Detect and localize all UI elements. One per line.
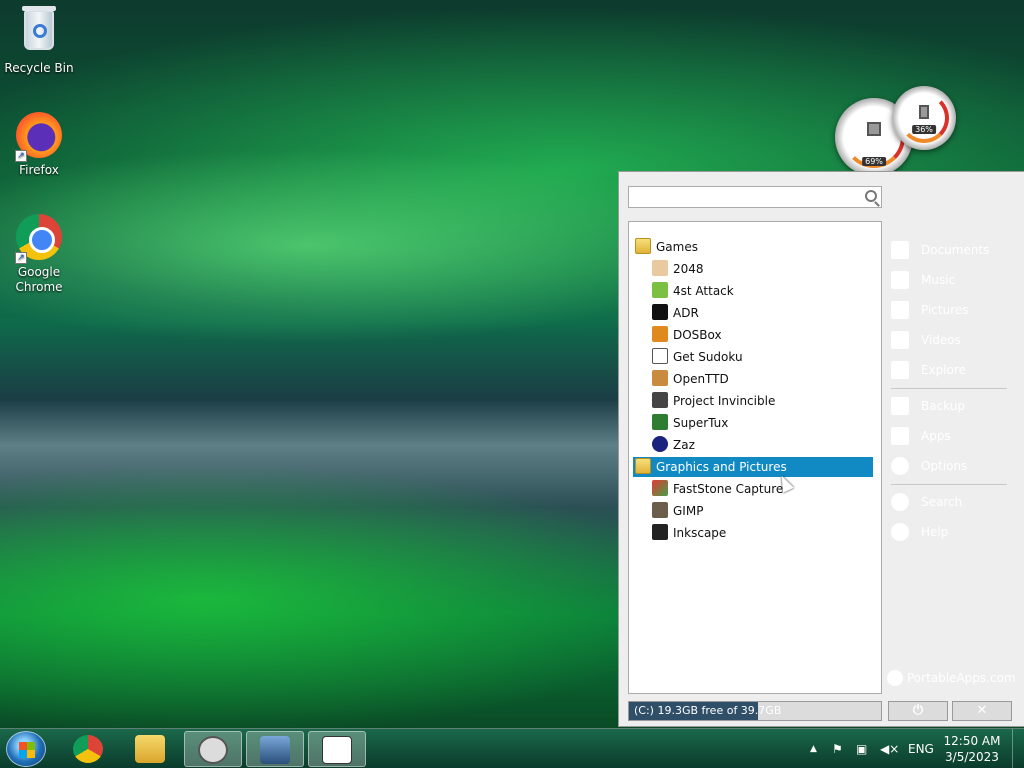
firefox-icon: ↗ [15, 112, 63, 162]
memory-gauge[interactable]: 36% [892, 86, 956, 150]
app-adr-icon [652, 304, 668, 320]
cpu-gauge-value: 69% [862, 157, 886, 166]
taskbar-portableapps[interactable] [184, 731, 242, 767]
app-supertux-icon [652, 414, 668, 430]
taskbar-chrome[interactable] [60, 731, 118, 767]
folder-icon [891, 361, 909, 379]
search-input[interactable] [628, 186, 882, 208]
memory-icon [919, 104, 929, 119]
close-button[interactable]: ✕ [952, 701, 1012, 721]
app-item[interactable]: 2048 [652, 259, 704, 279]
taskbar-chess[interactable] [246, 731, 304, 767]
desktop-icon-recycle-bin[interactable]: Recycle Bin [4, 6, 74, 75]
portableapps-brand[interactable]: PortableApps.com [887, 670, 1016, 686]
portableapps-logo-icon [198, 736, 228, 764]
recycle-bin-icon [15, 6, 63, 58]
app-item[interactable]: Get Sudoku [652, 347, 743, 367]
desktop-icon-firefox[interactable]: ↗ Firefox [4, 112, 74, 177]
action-center-flag-icon[interactable]: ⚑ [832, 729, 843, 768]
memory-gauge-value: 36% [912, 125, 936, 134]
app-inkscape-icon [652, 524, 668, 540]
category-games[interactable]: Games [635, 237, 698, 257]
app-item[interactable]: Zaz [652, 435, 695, 455]
app-project-invincible-icon [652, 392, 668, 408]
app-item[interactable]: SuperTux [652, 413, 728, 433]
clock-date: 3/5/2023 [945, 750, 999, 764]
power-button[interactable]: ⏻ [888, 701, 948, 721]
apps-list-icon [891, 427, 909, 445]
clock[interactable]: 12:50 AM 3/5/2023 [942, 733, 1002, 765]
desktop-icon-label: Google Chrome [15, 265, 63, 294]
chrome-icon: ↗ [15, 214, 63, 264]
app-item[interactable]: FastStone Capture [652, 479, 783, 499]
gear-icon [891, 457, 909, 475]
start-button[interactable] [6, 731, 46, 767]
app-2048-icon [652, 260, 668, 276]
music-icon [891, 271, 909, 289]
app-item[interactable]: DOSBox [652, 325, 722, 345]
app-item[interactable]: Project Invincible [652, 391, 775, 411]
app-gimp-icon [652, 502, 668, 518]
app-item[interactable]: 4st Attack [652, 281, 734, 301]
folder-icon [635, 238, 651, 254]
app-faststone-icon [652, 480, 668, 496]
portableapps-menu: Games 2048 4st Attack ADR DOSBox Get Sud… [618, 171, 1024, 727]
divider [891, 388, 1007, 389]
taskbar-solitaire[interactable] [308, 731, 366, 767]
pictures-icon [891, 301, 909, 319]
help-icon [891, 523, 909, 541]
clock-time: 12:50 AM [943, 734, 1001, 748]
app-item[interactable]: ADR [652, 303, 699, 323]
divider [891, 484, 1007, 485]
card-icon [322, 736, 352, 764]
desktop-icon-google-chrome[interactable]: ↗ Google Chrome [4, 214, 74, 295]
taskbar: ▲ ⚑ ▣ ◀× ENG 12:50 AM 3/5/2023 [0, 728, 1024, 768]
chrome-icon [73, 735, 103, 763]
volume-muted-icon[interactable]: ◀× [880, 729, 899, 768]
documents-icon [891, 241, 909, 259]
app-dosbox-icon [652, 326, 668, 342]
desktop-icon-label: Firefox [19, 163, 59, 177]
app-4st-attack-icon [652, 282, 668, 298]
show-hidden-icons[interactable]: ▲ [810, 729, 817, 768]
search-icon [891, 493, 909, 511]
portableapps-logo-icon [887, 670, 903, 686]
show-desktop-button[interactable] [1012, 729, 1024, 768]
disk-space-label: (C:) 19.3GB free of 39.7GB [634, 704, 782, 717]
app-item[interactable]: GIMP [652, 501, 703, 521]
chess-icon [260, 736, 290, 764]
app-openttd-icon [652, 370, 668, 386]
app-item[interactable]: Inkscape [652, 523, 726, 543]
network-icon[interactable]: ▣ [856, 729, 867, 768]
taskbar-file-explorer[interactable] [122, 731, 180, 767]
folder-icon [135, 735, 165, 763]
app-sudoku-icon [652, 348, 668, 364]
videos-icon [891, 331, 909, 349]
app-list[interactable]: Games 2048 4st Attack ADR DOSBox Get Sud… [628, 221, 882, 694]
language-indicator[interactable]: ENG [908, 729, 934, 768]
folder-icon [635, 458, 651, 474]
search-icon[interactable] [865, 190, 877, 202]
desktop-icon-label: Recycle Bin [4, 61, 74, 75]
app-item[interactable]: OpenTTD [652, 369, 729, 389]
cpu-icon [867, 122, 881, 137]
category-graphics-and-pictures[interactable]: Graphics and Pictures [633, 457, 873, 477]
briefcase-icon [891, 397, 909, 415]
disk-space-bar: (C:) 19.3GB free of 39.7GB [628, 701, 882, 721]
app-zaz-icon [652, 436, 668, 452]
